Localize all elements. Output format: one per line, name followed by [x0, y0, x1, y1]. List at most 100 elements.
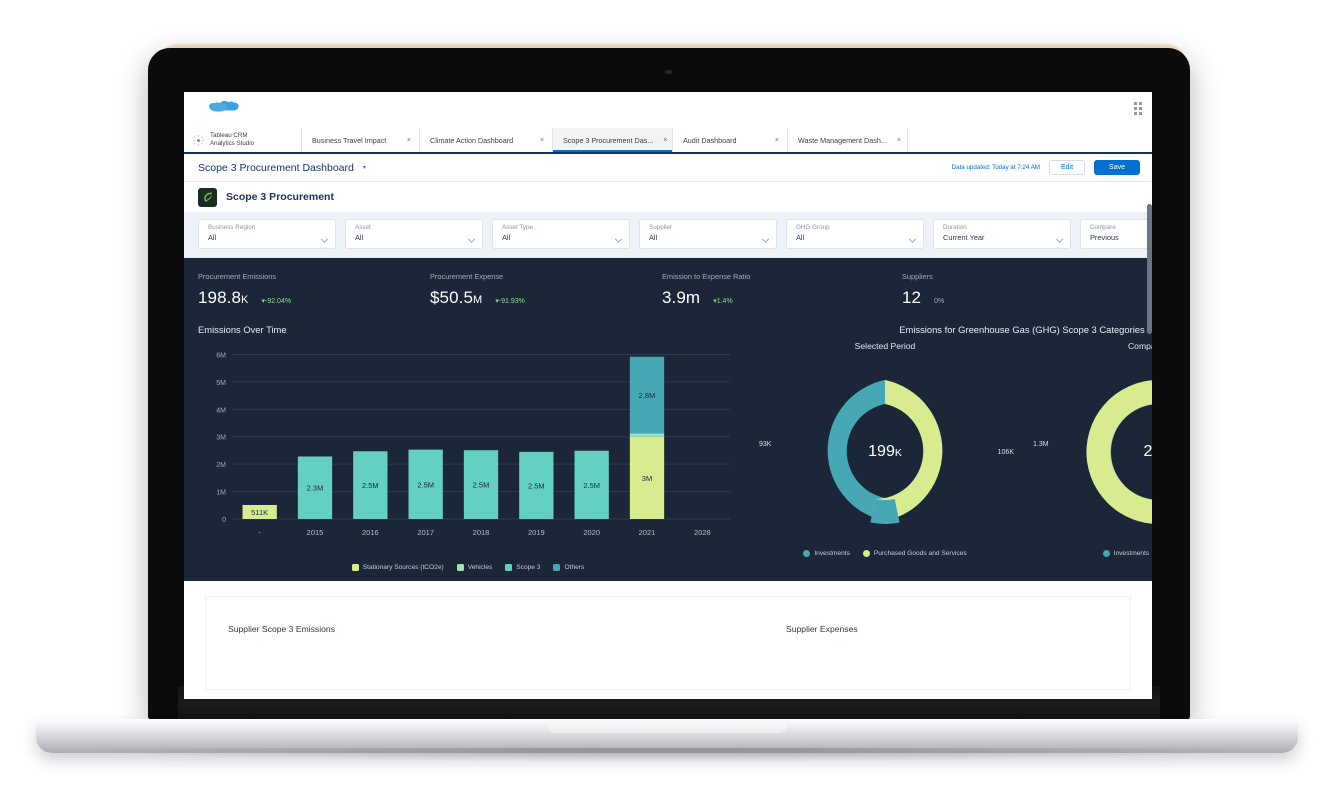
filter-ghg-group[interactable]: GHG Group All — [786, 219, 924, 249]
x-axis-tick: 2028 — [694, 528, 711, 537]
studio-tab-line2: Analytics Studio — [210, 140, 255, 147]
chevron-down-icon[interactable] — [761, 230, 770, 243]
legend-item[interactable]: Stationary Sources (tCO2e) — [351, 564, 444, 571]
close-icon[interactable]: × — [897, 137, 901, 144]
y-axis-tick: 1M — [216, 490, 226, 497]
legend-swatch — [505, 564, 513, 571]
supplier-emissions-title: Supplier Scope 3 Emissions — [228, 624, 335, 634]
kpi-label: Suppliers — [902, 272, 933, 281]
app-launcher-grid-icon[interactable] — [1134, 102, 1142, 115]
x-axis-tick: - — [258, 528, 261, 537]
app-header: Scope 3 Procurement — [184, 182, 1152, 212]
legend-dot — [1102, 550, 1110, 557]
close-icon[interactable]: × — [663, 137, 667, 144]
tableau-crm-icon — [192, 134, 205, 147]
filter-asset[interactable]: Asset All — [345, 219, 483, 249]
legend-item[interactable]: Investments — [1102, 550, 1149, 557]
filter-label: Asset — [355, 224, 371, 231]
close-icon[interactable]: × — [540, 137, 544, 144]
filter-duration[interactable]: Duration Current Year — [933, 219, 1071, 249]
center-number: 199 — [868, 443, 895, 460]
chevron-down-icon[interactable] — [1055, 230, 1064, 243]
x-axis-tick: 2016 — [362, 528, 379, 537]
emissions-over-time-legend: Stationary Sources (tCO2e) Vehicles Scope … — [198, 561, 738, 571]
y-axis-tick: 2M — [216, 462, 226, 469]
kpi-label: Emission to Expense Ratio — [662, 272, 751, 281]
tableau-crm-studio-tab[interactable]: Tableau CRM Analytics Studio — [184, 128, 302, 152]
kpi-delta: ▾1.4% — [713, 298, 733, 305]
save-button[interactable]: Save — [1094, 160, 1140, 175]
donut-slice-bottom — [870, 499, 900, 524]
document-tab[interactable]: Waste Management Dash... × — [788, 128, 908, 152]
legend-dot — [803, 550, 811, 557]
kpi-value-suffix: K — [241, 294, 249, 306]
chevron-down-icon[interactable]: ▾ — [363, 164, 366, 171]
filter-label: Compare — [1090, 224, 1116, 231]
legend-label: Vehicles — [467, 564, 493, 571]
document-tab-label: Climate Action Dashboard — [430, 135, 514, 145]
emissions-over-time-chart[interactable]: 0 1M 2M 3M 4M 5M 6M 511K - 2.3M 2015 2.5M 2016 2.5M 20… — [198, 341, 738, 561]
kpi-value-row: 198.8K ▾-92.04% — [198, 288, 430, 308]
filter-value: All — [208, 233, 217, 243]
selected-period-title: Selected Period — [854, 341, 916, 351]
supplier-expenses-title: Supplier Expenses — [786, 624, 858, 634]
comparison-period-donut[interactable]: 2.5M 1.3M — [1022, 357, 1152, 547]
legend-item[interactable]: Investments — [803, 550, 850, 557]
x-axis-tick: 2015 — [307, 528, 324, 537]
filter-label: GHG Group — [796, 224, 830, 231]
slice-label-purchased: 93K — [759, 441, 772, 448]
ghg-categories-panel: Emissions for Greenhouse Gas (GHG) Scope… — [738, 320, 1152, 571]
dashboard-body: Procurement Emissions 198.8K ▾-92.04% Procu… — [184, 204, 1152, 581]
bottom-panels: Supplier Scope 3 Emissions Supplier Expe… — [206, 597, 1130, 689]
document-tab[interactable]: Scope 3 Procurement Das... × — [553, 128, 673, 152]
legend-item[interactable]: Others — [553, 564, 584, 571]
filter-value: Current Year — [943, 233, 985, 243]
kpi-delta: ▾-91.93% — [495, 298, 525, 305]
bar-value-label: 2.8M — [639, 391, 656, 400]
filter-compare[interactable]: Compare Previous — [1080, 219, 1152, 249]
filter-value: All — [649, 233, 658, 243]
emissions-over-time-title: Emissions Over Time — [198, 324, 287, 335]
document-tab-label: Business Travel Impact — [312, 135, 387, 145]
laptop-camera — [665, 70, 672, 74]
edit-button[interactable]: Edit — [1048, 160, 1086, 175]
vertical-scrollbar[interactable] — [1147, 204, 1152, 334]
y-axis-tick: 6M — [216, 352, 226, 359]
kpi-delta: 0% — [934, 298, 945, 305]
selected-period-donut[interactable]: 199K 93K 106K — [748, 357, 1022, 547]
legend-item[interactable]: Scope 3 — [505, 564, 540, 571]
filter-business-region[interactable]: Business Region All — [198, 219, 336, 249]
chevron-down-icon[interactable] — [614, 230, 623, 243]
close-icon[interactable]: × — [775, 137, 779, 144]
legend-item[interactable]: Purchased Goods and Services — [862, 550, 967, 557]
filter-asset-type[interactable]: Asset Type All — [492, 219, 630, 249]
donut-selected-period: Selected Period 199K 93K 106K Investment… — [748, 341, 1022, 557]
page-title: Scope 3 Procurement Dashboard — [198, 161, 354, 174]
donut-comparison-period: Comparison Per 2.5M — [1022, 341, 1152, 557]
chevron-down-icon[interactable] — [467, 230, 476, 243]
bar-segment[interactable] — [629, 433, 665, 437]
kpi-value-row: 12 0% — [902, 288, 1102, 308]
comparison-period-title: Comparison Per — [1127, 341, 1152, 351]
kpi-row: Procurement Emissions 198.8K ▾-92.04% Procu… — [184, 258, 1152, 320]
studio-tab-line1: Tableau CRM — [210, 131, 248, 139]
filter-label: Business Region — [208, 224, 256, 231]
dashboard-toolbar: Scope 3 Procurement Dashboard ▾ Data upd… — [184, 154, 1152, 182]
supplier-emissions-panel: Supplier Scope 3 Emissions — [206, 619, 776, 637]
chevron-down-icon[interactable] — [908, 230, 917, 243]
filter-label: Asset Type — [502, 224, 534, 231]
kpi-value-suffix: M — [473, 294, 483, 306]
chevron-down-icon[interactable] — [320, 230, 329, 243]
kpi-value: 12 — [902, 288, 922, 307]
emissions-over-time-panel: Emissions Over Time 0 1M 2M 3M 4M 5M 6M 511K - 2.… — [184, 320, 738, 571]
document-tab[interactable]: Climate Action Dashboard × — [420, 128, 553, 152]
document-tab[interactable]: Audit Dashboard × — [673, 128, 788, 152]
document-tab[interactable]: Business Travel Impact × — [302, 128, 420, 152]
close-icon[interactable]: × — [407, 137, 411, 144]
tab-bar: Tableau CRM Analytics Studio Business Tr… — [184, 128, 1152, 154]
legend-item[interactable]: Vehicles — [456, 564, 493, 571]
filter-supplier[interactable]: Supplier All — [639, 219, 777, 249]
legend-label: Others — [564, 564, 585, 571]
x-axis-tick: 2020 — [583, 528, 600, 537]
y-axis-tick: 5M — [216, 380, 226, 387]
